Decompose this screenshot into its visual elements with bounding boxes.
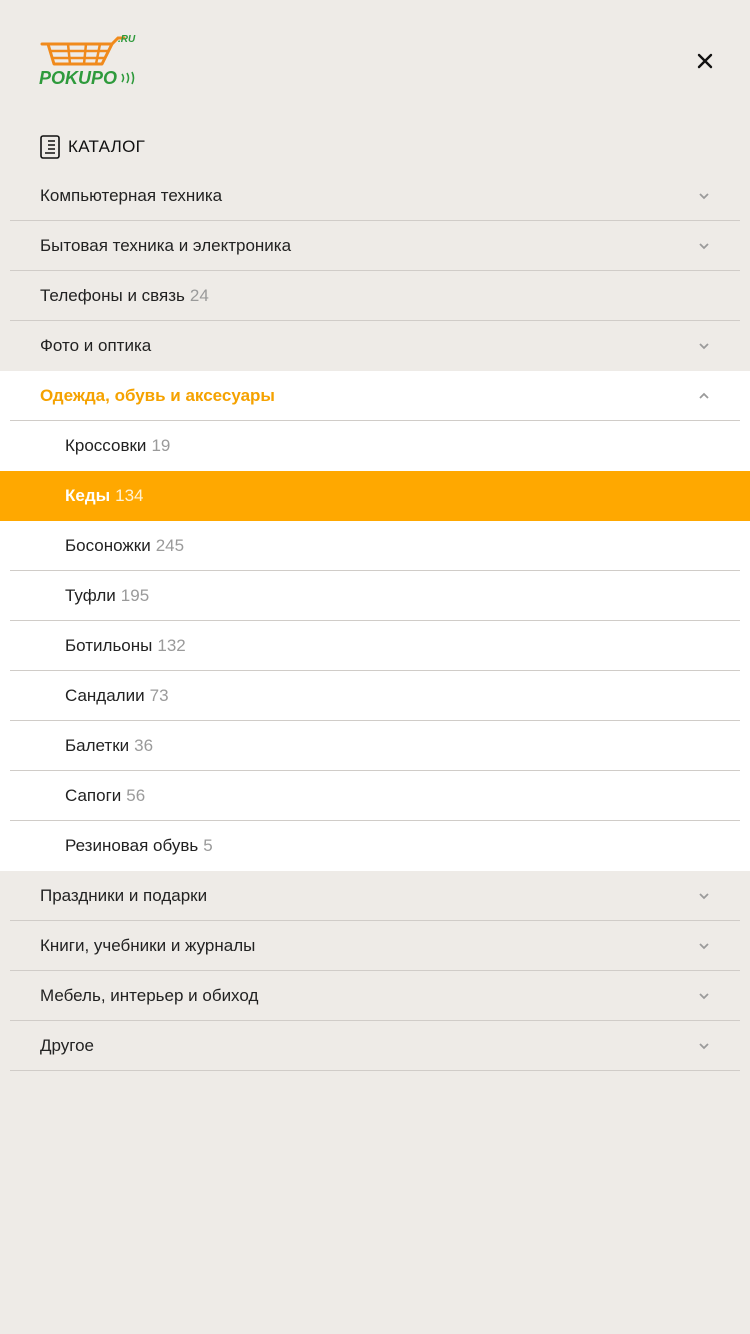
chevron-down-icon bbox=[699, 893, 709, 900]
subcategory-label: Туфли bbox=[65, 586, 116, 605]
subcategory-count: 73 bbox=[149, 686, 169, 705]
category-label: Праздники и подарки bbox=[40, 886, 208, 905]
subcategory-item-active[interactable]: Кеды 134 bbox=[0, 471, 750, 521]
subcategory-item[interactable]: Резиновая обувь 5 bbox=[0, 821, 750, 871]
category-label: Телефоны и связь bbox=[40, 286, 185, 305]
subcategory-count: 134 bbox=[115, 486, 144, 505]
chevron-down-icon bbox=[699, 243, 709, 250]
subcategory-count: 5 bbox=[203, 836, 213, 855]
category-label: Компьютерная техника bbox=[40, 186, 223, 205]
chevron-down-icon bbox=[699, 943, 709, 950]
category-item-open[interactable]: Одежда, обувь и аксесуары bbox=[0, 371, 750, 421]
category-label: Одежда, обувь и аксесуары bbox=[40, 386, 275, 405]
catalog-title: КАТАЛОГ bbox=[68, 137, 146, 156]
category-label: Фото и оптика bbox=[40, 336, 152, 355]
category-item[interactable]: Бытовая техника и электроника bbox=[0, 221, 750, 271]
subcategory-count: 36 bbox=[134, 736, 154, 755]
category-item[interactable]: Другое bbox=[0, 1021, 750, 1071]
category-item[interactable]: Мебель, интерьер и обиход bbox=[0, 971, 750, 1021]
category-item[interactable]: Компьютерная техника bbox=[0, 171, 750, 221]
subcategory-count: 56 bbox=[126, 786, 146, 805]
close-button[interactable] bbox=[690, 46, 720, 76]
chevron-up-icon bbox=[699, 392, 709, 399]
chevron-down-icon bbox=[699, 1043, 709, 1050]
subcategory-label: Сандалии bbox=[65, 686, 145, 705]
subcategory-item[interactable]: Сапоги 56 bbox=[0, 771, 750, 821]
logo[interactable]: POKUPO .RU bbox=[38, 30, 142, 90]
subcategory-count: 195 bbox=[120, 586, 150, 605]
subcategory-label: Кеды bbox=[65, 486, 111, 505]
svg-text:POKUPO: POKUPO bbox=[39, 68, 117, 88]
category-item[interactable]: Фото и оптика bbox=[0, 321, 750, 371]
subcategory-count: 245 bbox=[155, 536, 185, 555]
category-label: Бытовая техника и электроника bbox=[40, 236, 292, 255]
subcategory-item[interactable]: Балетки 36 bbox=[0, 721, 750, 771]
chevron-down-icon bbox=[699, 343, 709, 350]
catalog-menu: Компьютерная техника Бытовая техника и э… bbox=[0, 171, 750, 1071]
category-count: 24 bbox=[189, 286, 209, 305]
category-label: Мебель, интерьер и обиход bbox=[40, 986, 259, 1005]
document-icon bbox=[40, 135, 60, 159]
subcategory-label: Резиновая обувь bbox=[65, 836, 199, 855]
catalog-heading: КАТАЛОГ bbox=[40, 134, 145, 160]
category-label: Книги, учебники и журналы bbox=[40, 936, 256, 955]
category-label: Другое bbox=[40, 1036, 95, 1055]
subcategory-item[interactable]: Босоножки 245 bbox=[0, 521, 750, 571]
open-category-panel: Одежда, обувь и аксесуары Кроссовки 19 К… bbox=[0, 371, 750, 871]
subcategory-label: Босоножки bbox=[65, 536, 151, 555]
category-item[interactable]: Книги, учебники и журналы bbox=[0, 921, 750, 971]
chevron-down-icon bbox=[699, 193, 709, 200]
close-icon bbox=[697, 53, 713, 69]
svg-text:.RU: .RU bbox=[118, 34, 136, 45]
subcategory-label: Кроссовки bbox=[65, 436, 147, 455]
subcategory-item[interactable]: Кроссовки 19 bbox=[0, 421, 750, 471]
subcategory-count: 132 bbox=[157, 636, 186, 655]
category-item[interactable]: Праздники и подарки bbox=[0, 871, 750, 921]
logo-image: POKUPO .RU bbox=[39, 34, 136, 88]
subcategory-item[interactable]: Ботильоны 132 bbox=[0, 621, 750, 671]
subcategory-label: Сапоги bbox=[65, 786, 122, 805]
subcategory-label: Балетки bbox=[65, 736, 130, 755]
subcategory-item[interactable]: Туфли 195 bbox=[0, 571, 750, 621]
subcategory-item[interactable]: Сандалии 73 bbox=[0, 671, 750, 721]
subcategory-count: 19 bbox=[151, 436, 171, 455]
category-item[interactable]: Телефоны и связь 24 bbox=[0, 271, 750, 321]
subcategory-label: Ботильоны bbox=[65, 636, 153, 655]
chevron-down-icon bbox=[699, 993, 709, 1000]
header: POKUPO .RU bbox=[0, 0, 750, 120]
